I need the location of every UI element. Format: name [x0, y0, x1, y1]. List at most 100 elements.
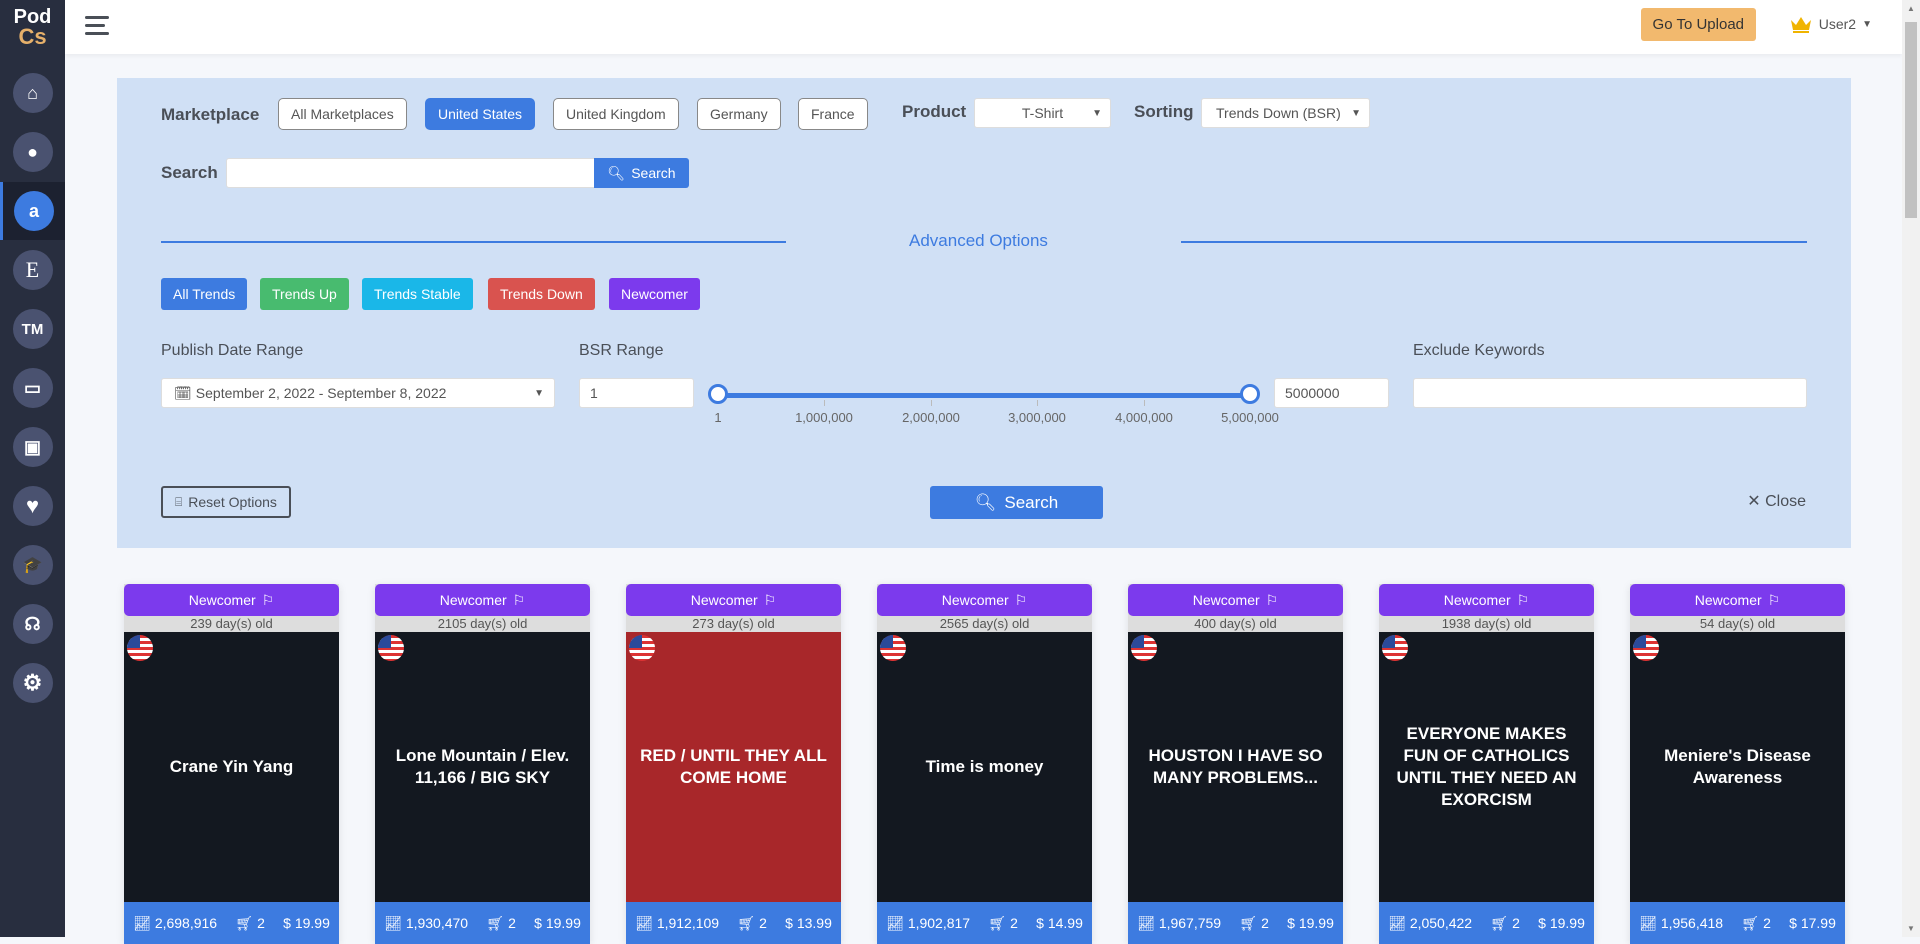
product-age: 2565 day(s) old [939, 616, 1030, 631]
search-icon: 🔍︎ [607, 164, 626, 181]
search-input[interactable] [226, 158, 596, 188]
marketplace-all-button[interactable]: All Marketplaces [278, 98, 407, 130]
product-card[interactable]: Newcomer ⚐ 54 day(s) old Meniere's Disease … [1630, 584, 1845, 944]
product-image[interactable]: Time is money [877, 632, 1092, 902]
marketplace-us-button[interactable]: United States [425, 98, 536, 130]
bsr-slider-min-handle[interactable] [708, 384, 728, 404]
product-card[interactable]: Newcomer ⚐ 1938 day(s) old EVERYONE MAKES F… [1379, 584, 1594, 944]
sidebar-item-amazon[interactable]: a [0, 182, 65, 240]
newcomer-badge[interactable]: Newcomer ⚐ [877, 584, 1092, 616]
sidebar-item-trademark[interactable]: TM [0, 300, 65, 358]
marketplace-uk-button[interactable]: United Kingdom [553, 98, 679, 130]
apply-search-button[interactable]: 🔍︎ Search [930, 486, 1103, 519]
search-button[interactable]: 🔍︎ Search [594, 158, 689, 188]
cart-stat: 🛒︎ 2 [1490, 914, 1520, 931]
us-flag-icon [127, 635, 153, 661]
scrollbar-thumb[interactable] [1905, 22, 1917, 218]
flag-outline-icon: ⚐ [261, 591, 275, 608]
publish-date-range-picker[interactable]: 🗓︎ September 2, 2022 - September 8, 2022… [161, 378, 555, 408]
sidebar-item-home[interactable]: ⌂ [0, 64, 65, 122]
scroll-up-arrow-icon[interactable]: ▲ [1907, 4, 1915, 13]
price: $ 19.99 [1538, 915, 1585, 931]
bsr-min-input[interactable]: 1 [579, 378, 694, 408]
user-menu[interactable]: User2 ▼ [1789, 14, 1872, 34]
scroll-down-arrow-icon[interactable]: ▼ [1907, 924, 1915, 933]
chart-line-icon: 📈︎ [133, 914, 151, 931]
hamburger-menu-icon[interactable] [85, 16, 109, 36]
product-image[interactable]: EVERYONE MAKES FUN OF CATHOLICS UNTIL TH… [1379, 632, 1594, 902]
price: $ 19.99 [1287, 915, 1334, 931]
marketplace-de-button[interactable]: Germany [697, 98, 781, 130]
sidebar-item-academy[interactable]: 🎓 [0, 536, 65, 594]
cart-icon: 🛒︎ [1239, 914, 1258, 931]
slider-tick-label: 4,000,000 [1115, 410, 1173, 425]
marketplace-fr-button[interactable]: France [798, 98, 868, 130]
bsr-slider-track[interactable] [718, 393, 1250, 398]
product-card[interactable]: Newcomer ⚐ 2565 day(s) old Time is money 📈︎ … [877, 584, 1092, 944]
product-card[interactable]: Newcomer ⚐ 239 day(s) old Crane Yin Yang 📈︎ … [124, 584, 339, 944]
amazon-icon: a [14, 191, 54, 231]
trend-all-button[interactable]: All Trends [161, 278, 248, 310]
product-card[interactable]: Newcomer ⚐ 400 day(s) old HOUSTON I HAVE SO… [1128, 584, 1343, 944]
trend-stable-button[interactable]: Trends Stable [362, 278, 473, 310]
reset-options-button[interactable]: ⌸ Reset Options [161, 486, 291, 518]
product-stats: 📈︎ 1,930,470 🛒︎ 2 $ 19.99 [375, 902, 590, 944]
product-image[interactable]: RED / UNTIL THEY ALL COME HOME [626, 632, 841, 902]
product-image[interactable]: Crane Yin Yang [124, 632, 339, 902]
trend-up-button[interactable]: Trends Up [260, 278, 349, 310]
sidebar: Pod Cs ⌂ ● a E TM ▭ ▣ ♥ 🎓 ☊ ⚙ [0, 0, 65, 937]
trend-newcomer-button[interactable]: Newcomer [609, 278, 700, 310]
newcomer-badge[interactable]: Newcomer ⚐ [1379, 584, 1594, 616]
sidebar-item-settings[interactable]: ⚙ [0, 654, 65, 712]
user-name: User2 [1818, 16, 1857, 32]
flag-outline-icon: ⚐ [1516, 591, 1530, 608]
design-text: Meniere's Disease Awareness [1664, 746, 1811, 787]
cart-icon: 🛒︎ [737, 914, 756, 931]
advanced-options-title[interactable]: Advanced Options [909, 231, 1048, 251]
product-label: Product [902, 102, 967, 121]
design-text: Crane Yin Yang [169, 757, 294, 776]
trend-down-button[interactable]: Trends Down [488, 278, 595, 310]
sidebar-item-favorites[interactable]: ♥ [0, 477, 65, 535]
slider-tick-label: 2,000,000 [902, 410, 960, 425]
redbubble-icon: ● [12, 132, 53, 172]
product-card[interactable]: Newcomer ⚐ 273 day(s) old RED / UNTIL THEY … [626, 584, 841, 944]
cart-icon: 🛒︎ [988, 914, 1007, 931]
bsr-max-input[interactable]: 5000000 [1274, 378, 1389, 408]
sidebar-item-calendar[interactable]: ▭ [0, 359, 65, 417]
product-select[interactable]: T-Shirt ▼ [974, 98, 1111, 128]
sidebar-item-toolbox[interactable]: ▣ [0, 418, 65, 476]
product-image[interactable]: Lone Mountain / Elev. 11,166 / BIG SKY [375, 632, 590, 902]
sidebar-item-redbubble[interactable]: ● [0, 123, 65, 181]
product-image[interactable]: HOUSTON I HAVE SO MANY PROBLEMS... [1128, 632, 1343, 902]
product-stats: 📈︎ 2,698,916 🛒︎ 2 $ 19.99 [124, 902, 339, 944]
newcomer-badge[interactable]: Newcomer ⚐ [1630, 584, 1845, 616]
cart-stat: 🛒︎ 2 [1239, 914, 1269, 931]
product-card[interactable]: Newcomer ⚐ 2105 day(s) old Lone Mountain / … [375, 584, 590, 944]
product-age: 54 day(s) old [1699, 616, 1776, 631]
close-advanced-button[interactable]: ✕ Close [1747, 491, 1806, 511]
sorting-select[interactable]: Trends Down (BSR) ▼ [1201, 98, 1370, 128]
exclude-keywords-input[interactable] [1413, 378, 1807, 408]
product-age: 239 day(s) old [190, 616, 273, 631]
cart-icon: 🛒︎ [235, 914, 254, 931]
us-flag-icon [378, 635, 404, 661]
us-flag-icon [880, 635, 906, 661]
page-scrollbar[interactable]: ▲ ▼ [1902, 0, 1920, 937]
sidebar-item-support[interactable]: ☊ [0, 595, 65, 653]
newcomer-badge[interactable]: Newcomer ⚐ [375, 584, 590, 616]
product-age: 400 day(s) old [1194, 616, 1277, 631]
newcomer-badge[interactable]: Newcomer ⚐ [626, 584, 841, 616]
go-to-upload-button[interactable]: Go To Upload [1640, 8, 1756, 41]
product-image[interactable]: Meniere's Disease Awareness [1630, 632, 1845, 902]
bsr-slider-max-handle[interactable] [1240, 384, 1260, 404]
slider-tickmark [824, 400, 825, 406]
newcomer-badge[interactable]: Newcomer ⚐ [1128, 584, 1343, 616]
cart-icon: 🛒︎ [1741, 914, 1760, 931]
sidebar-item-etsy[interactable]: E [0, 241, 65, 299]
logo[interactable]: Pod Cs [0, 7, 65, 48]
us-flag-icon [1382, 635, 1408, 661]
price: $ 13.99 [785, 915, 832, 931]
topbar: Go To Upload User2 ▼ [65, 0, 1902, 54]
newcomer-badge[interactable]: Newcomer ⚐ [124, 584, 339, 616]
